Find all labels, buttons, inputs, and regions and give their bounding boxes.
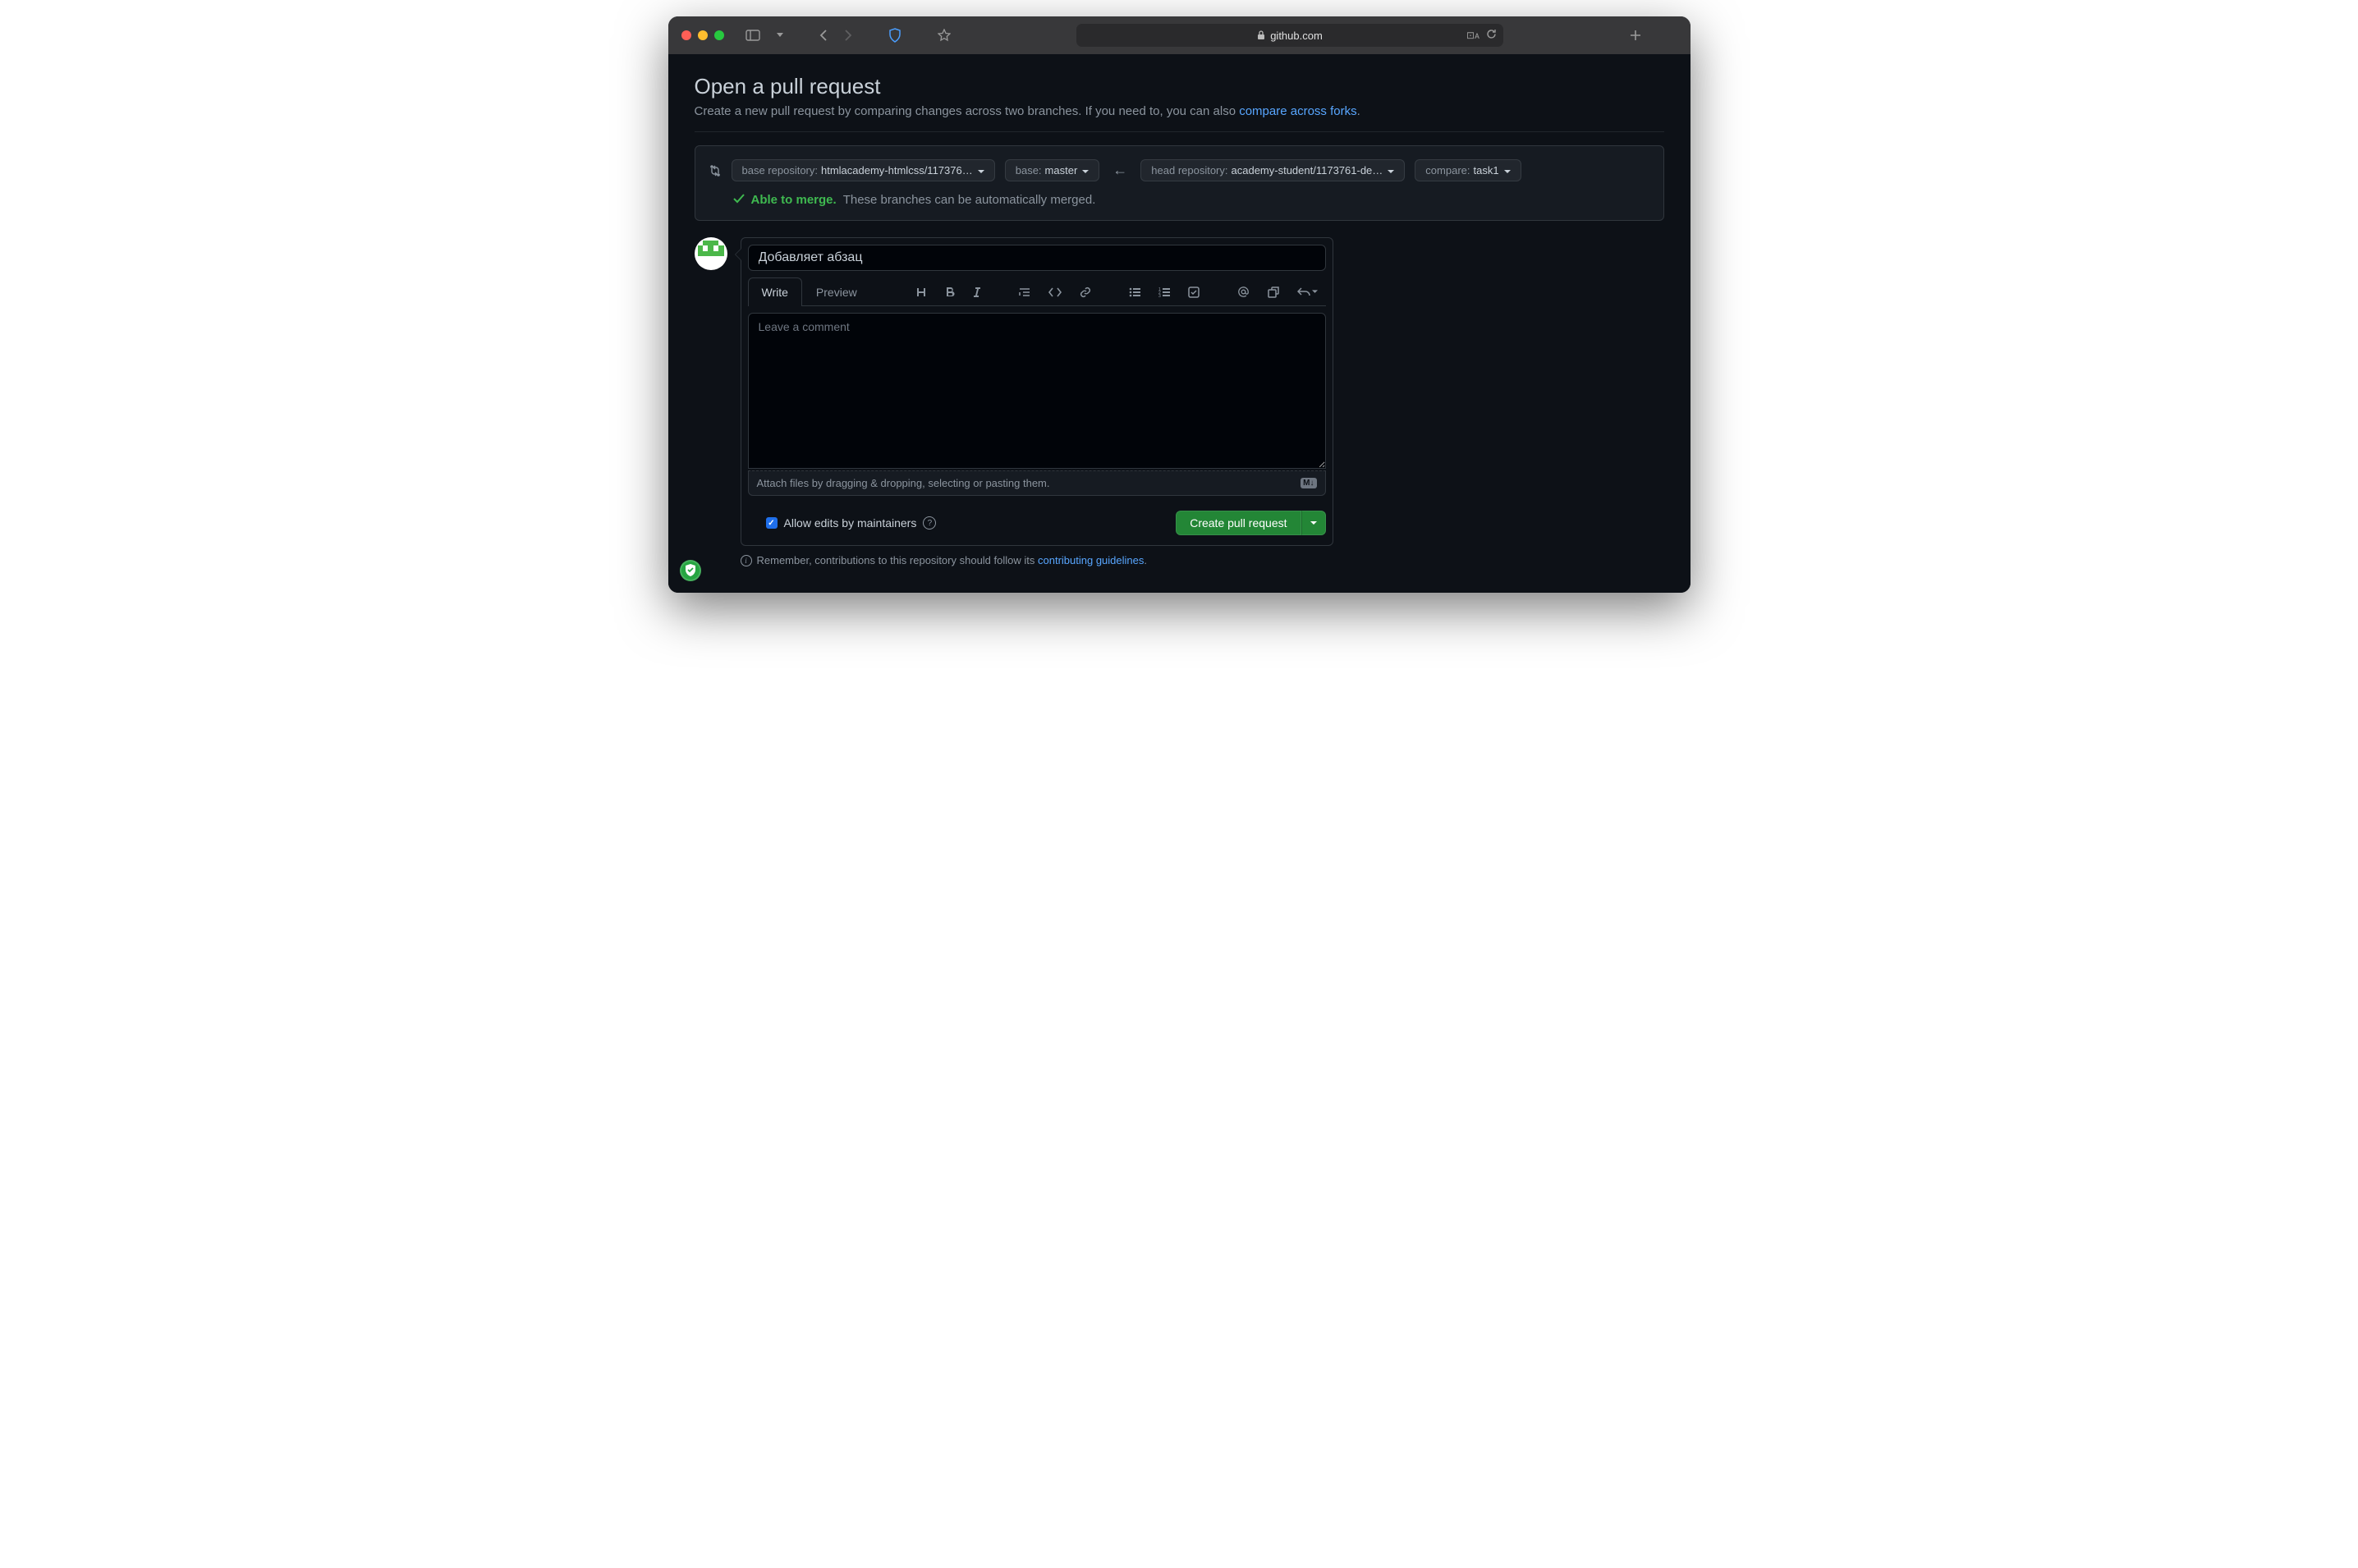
page-content: Open a pull request Create a new pull re… [668, 54, 1691, 593]
window-minimize-button[interactable] [698, 30, 708, 40]
url-host: github.com [1270, 30, 1323, 42]
link-icon[interactable] [1076, 283, 1094, 301]
forward-button[interactable] [839, 26, 857, 44]
base-repo-label: base repository: [742, 164, 819, 177]
create-pr-dropdown-button[interactable] [1301, 511, 1326, 535]
attach-files-bar[interactable]: Attach files by dragging & dropping, sel… [748, 470, 1326, 496]
caret-down-icon [1504, 164, 1511, 177]
window-maximize-button[interactable] [714, 30, 724, 40]
page-description: Create a new pull request by comparing c… [695, 104, 1664, 132]
unordered-list-icon[interactable] [1126, 284, 1144, 300]
tab-preview[interactable]: Preview [802, 277, 871, 306]
contributing-guidelines-link[interactable]: contributing guidelines [1038, 554, 1144, 566]
italic-icon[interactable] [970, 283, 984, 301]
compare-across-forks-link[interactable]: compare across forks [1239, 104, 1356, 118]
reload-icon[interactable] [1486, 29, 1497, 42]
chevron-down-icon[interactable] [772, 30, 788, 41]
mention-icon[interactable] [1234, 282, 1253, 301]
create-pull-request-button[interactable]: Create pull request [1176, 511, 1301, 535]
caret-down-icon [978, 164, 984, 177]
reader-icon[interactable]: ⊡ᴀ [1466, 30, 1479, 41]
base-value: master [1045, 164, 1078, 177]
check-icon [733, 193, 745, 207]
arrow-left-icon: ← [1109, 162, 1131, 179]
comment-textarea[interactable] [748, 313, 1326, 469]
url-bar[interactable]: github.com ⊡ᴀ [1076, 24, 1503, 47]
page-description-text: Create a new pull request by comparing c… [695, 104, 1240, 118]
compare-label: compare: [1425, 164, 1470, 177]
page-desc-suffix: . [1357, 104, 1360, 118]
base-branch-selector[interactable]: base: master [1005, 159, 1100, 181]
caret-down-icon [1388, 164, 1394, 177]
base-label: base: [1016, 164, 1042, 177]
lock-icon [1257, 30, 1265, 40]
caret-down-icon [1082, 164, 1089, 177]
contributing-guidelines-note: i Remember, contributions to this reposi… [741, 554, 1333, 566]
help-icon[interactable]: ? [923, 516, 936, 530]
window-close-button[interactable] [681, 30, 691, 40]
checkbox-checked-icon: ✓ [766, 517, 778, 529]
browser-window: github.com ⊡ᴀ Open a pull request Create… [668, 16, 1691, 593]
markdown-toolbar: 123 [912, 282, 1326, 301]
cross-reference-icon[interactable] [1264, 283, 1282, 301]
head-repo-label: head repository: [1151, 164, 1227, 177]
markdown-icon[interactable]: M↓ [1301, 478, 1316, 488]
page-title: Open a pull request [695, 74, 1664, 99]
allow-edits-checkbox[interactable]: ✓ Allow edits by maintainers ? [748, 516, 937, 530]
merge-status: Able to merge. These branches can be aut… [709, 193, 1650, 207]
pr-title-input[interactable] [748, 245, 1326, 271]
browser-titlebar: github.com ⊡ᴀ [668, 16, 1691, 54]
star-icon[interactable] [933, 25, 956, 45]
compare-value: task1 [1474, 164, 1499, 177]
window-controls [681, 30, 724, 40]
guidelines-suffix: . [1144, 554, 1147, 566]
head-repo-value: academy-student/1173761-de… [1232, 164, 1383, 177]
svg-text:3: 3 [1158, 294, 1161, 297]
allow-edits-label: Allow edits by maintainers [784, 516, 917, 530]
quote-icon[interactable] [1016, 283, 1034, 301]
compare-box: base repository: htmlacademy-htmlcss/117… [695, 145, 1664, 221]
merge-able-text: Able to merge. [751, 193, 837, 207]
pull-request-form: Write Preview 123 [695, 237, 1664, 546]
tasklist-icon[interactable] [1185, 283, 1203, 301]
security-badge-icon[interactable] [680, 560, 701, 581]
git-compare-icon [709, 164, 722, 177]
back-button[interactable] [814, 26, 833, 44]
reply-icon[interactable] [1294, 284, 1321, 300]
head-repository-selector[interactable]: head repository: academy-student/1173761… [1140, 159, 1405, 181]
user-avatar[interactable] [695, 237, 727, 270]
branch-selector-row: base repository: htmlacademy-htmlcss/117… [709, 159, 1650, 181]
base-repository-selector[interactable]: base repository: htmlacademy-htmlcss/117… [732, 159, 995, 181]
attach-hint: Attach files by dragging & dropping, sel… [757, 477, 1050, 489]
merge-message: These branches can be automatically merg… [843, 193, 1096, 207]
heading-icon[interactable] [912, 283, 930, 301]
guidelines-prefix: Remember, contributions to this reposito… [757, 554, 1039, 566]
new-tab-button[interactable] [1625, 26, 1646, 44]
base-repo-value: htmlacademy-htmlcss/117376… [821, 164, 973, 177]
tab-write[interactable]: Write [748, 277, 802, 306]
shield-icon[interactable] [883, 25, 906, 46]
comment-form-box: Write Preview 123 [741, 237, 1333, 546]
ordered-list-icon[interactable]: 123 [1155, 284, 1173, 300]
bold-icon[interactable] [942, 283, 958, 301]
info-icon: i [741, 555, 752, 566]
code-icon[interactable] [1045, 284, 1065, 300]
compare-branch-selector[interactable]: compare: task1 [1415, 159, 1521, 181]
sidebar-toggle-icon[interactable] [741, 26, 765, 44]
